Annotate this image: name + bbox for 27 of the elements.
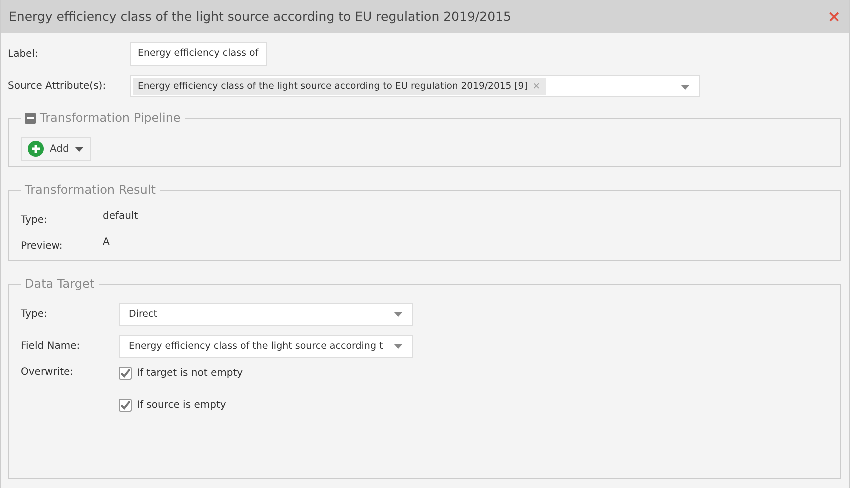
plus-icon [28, 141, 44, 157]
field-label: Overwrite: [21, 367, 75, 378]
overwrite-checkbox[interactable]: If source is empty [119, 399, 244, 412]
caret-icon [75, 146, 84, 152]
field-label: Field Name: [21, 341, 82, 352]
attribute-tag: Energy efficiency class of the light source according to EU regulation 2019/2015 [9] × [133, 78, 546, 94]
window-title: Energy efficiency class of the light source according to EU regulation 2019/2015 [9, 9, 512, 24]
label-input[interactable]: Energy efficiency class of [130, 42, 267, 66]
source-attribute-select[interactable]: Energy efficiency class of the light source according to EU regulation 2019/2015 [9] × [130, 75, 700, 97]
section-title: Transformation Pipeline [40, 111, 181, 125]
field-value: default [103, 211, 138, 224]
caret-icon [394, 344, 403, 349]
overwrite-checkbox[interactable]: If target is not empty [119, 367, 244, 380]
field-value: A [103, 237, 110, 250]
section-title: Transformation Result [25, 183, 156, 197]
caret-icon [394, 312, 403, 317]
field-label: Preview: [21, 240, 64, 252]
type-select[interactable]: Direct [119, 303, 413, 326]
section-title: Data Target [25, 277, 95, 291]
field-label: Source Attribute(s): [8, 80, 108, 92]
add-button[interactable]: Add [21, 137, 92, 161]
field-label: Label: [8, 48, 40, 60]
field-name-select[interactable]: Energy efficiency class of the light source according t [119, 335, 413, 358]
collapse-icon[interactable] [25, 112, 36, 124]
field-label: Type: [21, 309, 48, 320]
field-label: Type: [21, 214, 48, 226]
caret-icon [681, 85, 690, 90]
